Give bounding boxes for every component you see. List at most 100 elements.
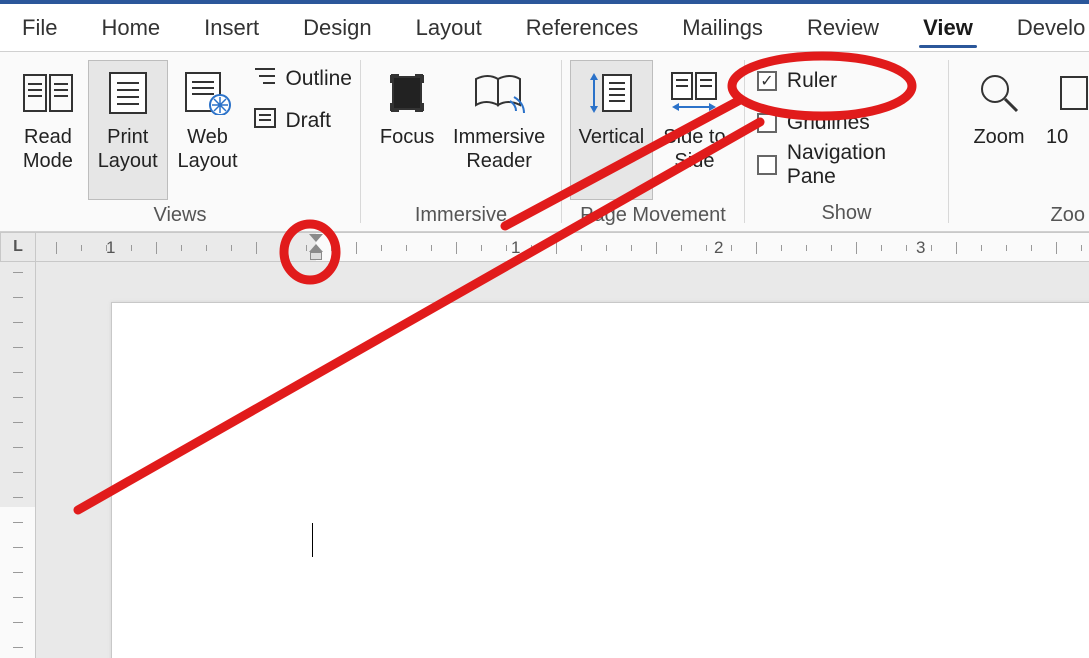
first-line-indent-icon <box>309 234 323 242</box>
page-background <box>36 262 1089 658</box>
ruler-tick <box>906 245 907 251</box>
vruler-tick <box>13 422 23 423</box>
tab-review[interactable]: Review <box>785 4 901 52</box>
ruler-tick <box>256 242 257 254</box>
ruler-tick <box>856 242 857 254</box>
ruler-tick <box>56 242 57 254</box>
ruler-tick <box>1056 242 1057 254</box>
print-layout-button[interactable]: Print Layout <box>88 60 168 200</box>
side-to-side-icon <box>666 67 722 119</box>
tab-layout[interactable]: Layout <box>394 4 504 52</box>
vruler-tick <box>13 647 23 648</box>
read-mode-button[interactable]: Read Mode <box>8 60 88 200</box>
zoom-button[interactable]: Zoom <box>957 60 1041 200</box>
ruler-tick <box>756 242 757 254</box>
group-title: Views <box>0 200 360 233</box>
tab-label: Design <box>303 15 371 41</box>
draft-button[interactable]: Draft <box>253 102 352 140</box>
vruler-tick <box>13 572 23 573</box>
workspace <box>0 262 1089 658</box>
draft-icon <box>253 107 277 135</box>
ruler-tick <box>431 245 432 251</box>
tab-insert[interactable]: Insert <box>182 4 281 52</box>
checkbox-label: Ruler <box>787 69 837 93</box>
left-indent-icon <box>310 252 322 260</box>
ruler-tick <box>456 242 457 254</box>
button-label: Read Mode <box>9 125 87 173</box>
tab-mailings[interactable]: Mailings <box>660 4 785 52</box>
vruler-tick <box>13 347 23 348</box>
vruler-tick <box>13 447 23 448</box>
tab-label: References <box>526 15 639 41</box>
checkbox-label: Gridlines <box>787 111 870 135</box>
ruler-tick <box>331 245 332 251</box>
vruler-tick <box>13 597 23 598</box>
group-title: Show <box>745 198 948 231</box>
immersive-reader-button[interactable]: Immersive Reader <box>445 60 553 200</box>
ruler-tick <box>1081 245 1082 251</box>
tab-label: Mailings <box>682 15 763 41</box>
ruler-tick <box>356 242 357 254</box>
ruler-checkbox[interactable]: ✓ Ruler <box>753 62 837 100</box>
ruler-tick <box>531 245 532 251</box>
ruler-tick <box>1006 245 1007 251</box>
group-title: Zoo <box>949 200 1089 233</box>
zoom-100-button[interactable]: 10 <box>1041 60 1081 200</box>
ruler-tick <box>706 245 707 251</box>
focus-button[interactable]: Focus <box>369 60 445 200</box>
ruler-number: 3 <box>916 238 925 258</box>
immersive-reader-icon <box>471 67 527 119</box>
horizontal-ruler[interactable]: 1 1 2 3 <box>36 232 1089 262</box>
outline-button[interactable]: Outline <box>253 60 352 98</box>
tab-selector[interactable]: L <box>0 232 36 262</box>
tab-label: Home <box>101 15 160 41</box>
read-mode-icon <box>20 67 76 119</box>
group-title: Page Movement <box>562 200 744 233</box>
button-label: Outline <box>285 67 352 91</box>
hundred-percent-icon <box>1046 67 1089 119</box>
checkbox-box <box>757 113 777 133</box>
checkbox-box <box>757 155 777 175</box>
ruler-tick <box>406 245 407 251</box>
vruler-tick <box>13 622 23 623</box>
tab-developer[interactable]: Develo <box>995 4 1089 52</box>
tab-references[interactable]: References <box>504 4 661 52</box>
group-title: Immersive <box>361 200 561 233</box>
gridlines-checkbox[interactable]: Gridlines <box>753 104 870 142</box>
ruler-tick <box>381 245 382 251</box>
ruler-tick <box>681 245 682 251</box>
document-page[interactable] <box>111 302 1089 658</box>
group-show: ✓ Ruler Gridlines Navigation Pane Show <box>745 52 948 231</box>
button-label: Focus <box>380 125 434 149</box>
web-layout-button[interactable]: Web Layout <box>168 60 248 200</box>
ribbon: Read Mode Print Layout Web Layout <box>0 52 1089 232</box>
ruler-tick <box>631 245 632 251</box>
ruler-row: L 1 1 2 3 <box>0 232 1089 262</box>
vruler-tick <box>13 322 23 323</box>
vruler-tick <box>13 522 23 523</box>
button-label: Immersive Reader <box>446 125 552 173</box>
button-label: Zoom <box>973 125 1024 149</box>
navigation-pane-checkbox[interactable]: Navigation Pane <box>753 146 940 184</box>
tab-file[interactable]: File <box>0 4 79 52</box>
ruler-tick <box>231 245 232 251</box>
tab-view[interactable]: View <box>901 4 995 52</box>
vertical-ruler[interactable] <box>0 262 36 658</box>
tab-home[interactable]: Home <box>79 4 182 52</box>
vertical-button[interactable]: Vertical <box>570 60 653 200</box>
ruler-tick <box>281 245 282 251</box>
ruler-tick <box>156 242 157 254</box>
tab-label: Develo <box>1017 15 1085 41</box>
web-layout-icon <box>180 67 236 119</box>
tab-design[interactable]: Design <box>281 4 393 52</box>
side-to-side-button[interactable]: Side to Side <box>653 60 736 200</box>
button-label: Side to Side <box>654 125 735 173</box>
vruler-tick <box>13 497 23 498</box>
ruler-number: 1 <box>106 238 115 258</box>
ruler-tick <box>981 245 982 251</box>
vertical-icon <box>583 67 639 119</box>
vruler-tick <box>13 547 23 548</box>
tab-label: Insert <box>204 15 259 41</box>
indent-markers[interactable] <box>308 234 324 262</box>
ruler-tick <box>181 245 182 251</box>
